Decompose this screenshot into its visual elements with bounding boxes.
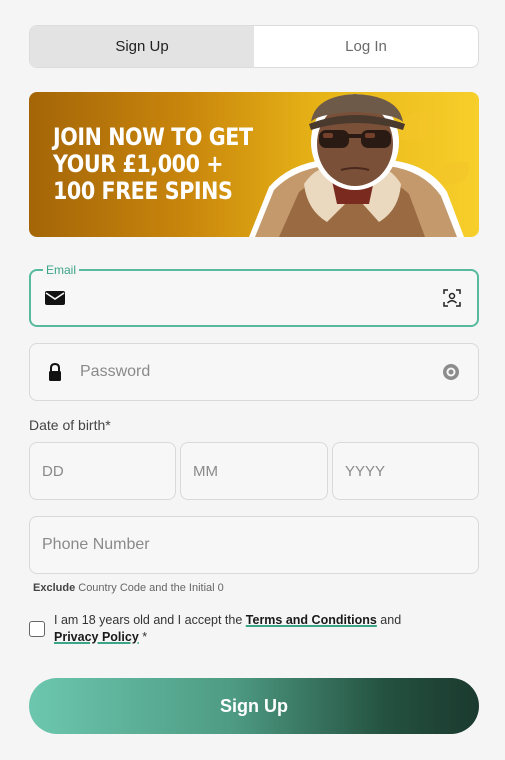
dob-year-field[interactable]: YYYY — [332, 442, 479, 500]
email-label: Email — [43, 262, 80, 278]
terms-text: I am 18 years old and I accept the Terms… — [54, 612, 454, 646]
dob-day-placeholder: DD — [42, 462, 64, 480]
terms-checkbox[interactable] — [29, 621, 45, 637]
auth-tabs: Sign Up Log In — [29, 25, 479, 68]
privacy-link[interactable]: Privacy Policy — [54, 630, 139, 644]
promo-headline: JOIN NOW TO GET YOUR £1,000 + 100 FREE S… — [53, 123, 253, 205]
terms-mid: and — [376, 613, 402, 627]
promo-line-1: JOIN NOW TO GET — [53, 123, 253, 151]
dob-month-placeholder: MM — [193, 462, 218, 480]
promo-banner: JOIN NOW TO GET YOUR £1,000 + 100 FREE S… — [29, 92, 479, 237]
phone-hint-bold: Exclude — [33, 582, 76, 594]
dob-year-placeholder: YYYY — [345, 462, 386, 480]
phone-field[interactable]: Phone Number — [29, 516, 479, 574]
sign-up-button[interactable]: Sign Up — [29, 678, 479, 734]
promo-line-3: 100 FREE SPINS — [53, 177, 233, 205]
promo-line-2: YOUR £1,000 + — [53, 150, 224, 178]
terms-link[interactable]: Terms and Conditions — [246, 613, 377, 627]
tab-log-in[interactable]: Log In — [254, 26, 478, 67]
dob-label: Date of birth* — [29, 417, 111, 433]
email-field[interactable]: Email — [29, 262, 479, 327]
password-field[interactable]: Password — [29, 343, 479, 401]
lock-icon — [48, 363, 62, 381]
tab-sign-up[interactable]: Sign Up — [30, 26, 254, 67]
promo-character-image — [249, 94, 464, 237]
dob-month-field[interactable]: MM — [180, 442, 328, 500]
terms-pre: I am 18 years old and I accept the — [54, 613, 246, 627]
eye-icon[interactable] — [440, 364, 462, 380]
phone-placeholder: Phone Number — [42, 536, 150, 553]
phone-hint-text: Country Code and the Initial 0 — [75, 582, 224, 594]
dob-day-field[interactable]: DD — [29, 442, 176, 500]
terms-post: * — [138, 630, 148, 644]
envelope-icon — [45, 290, 65, 306]
password-placeholder: Password — [80, 363, 151, 380]
phone-hint: Exclude Country Code and the Initial 0 — [33, 582, 224, 594]
face-scan-icon[interactable] — [443, 289, 461, 307]
